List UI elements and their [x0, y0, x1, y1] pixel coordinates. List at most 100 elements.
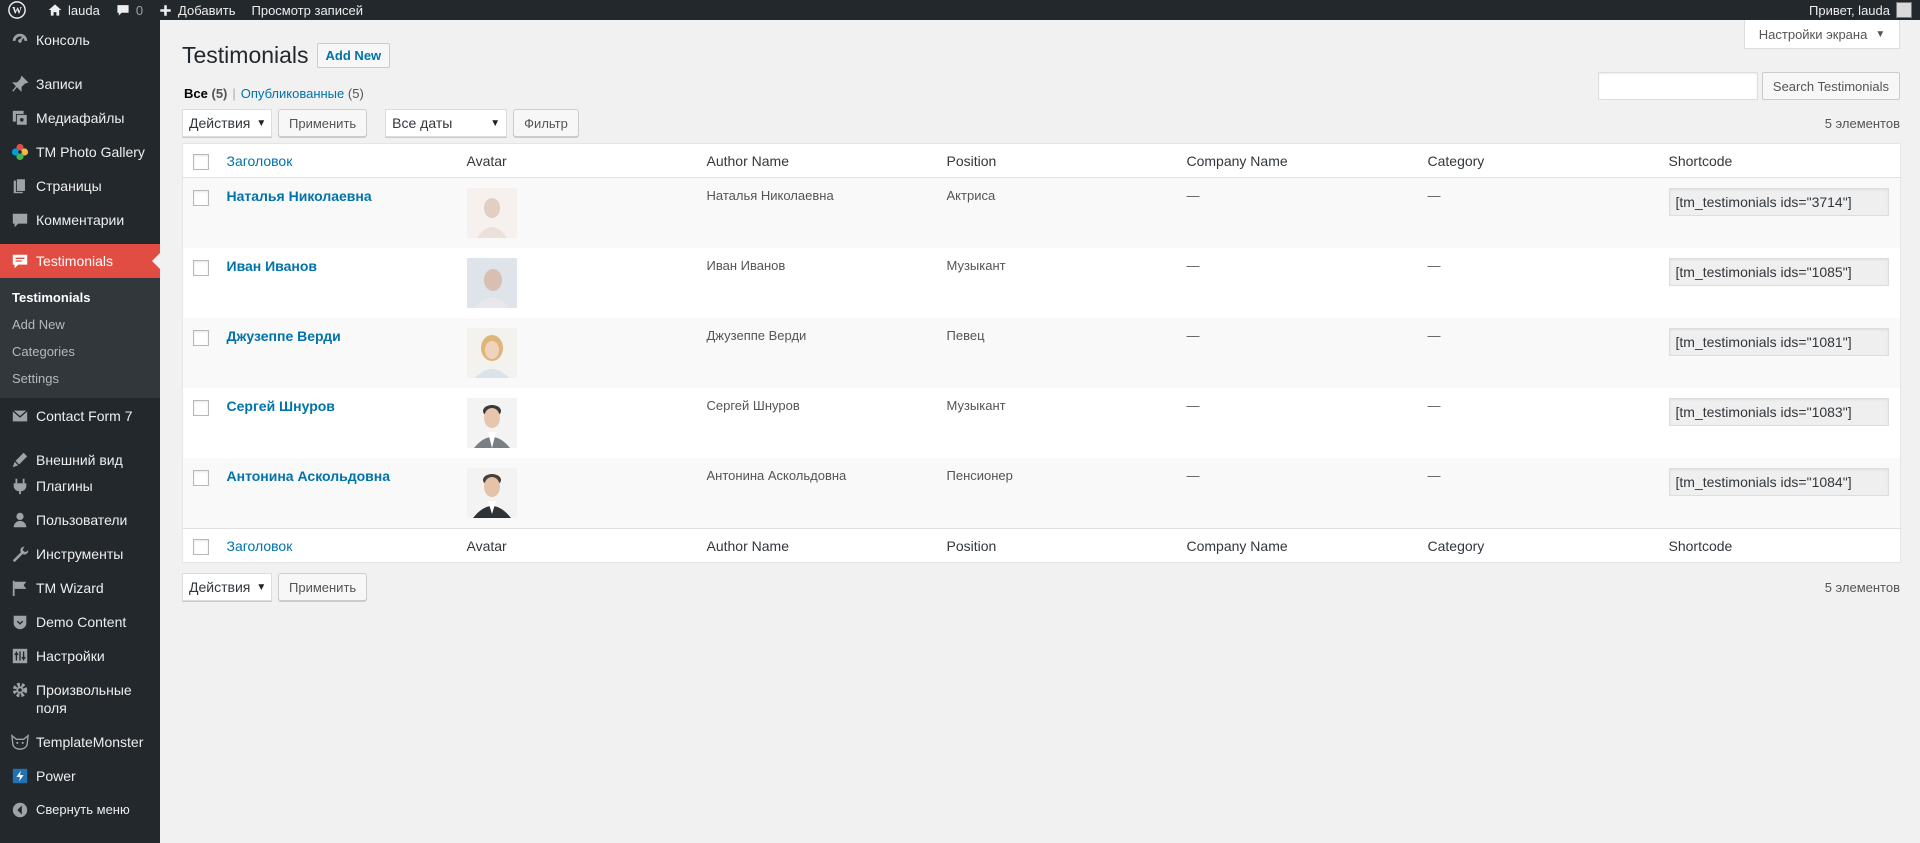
- menu-item-demo-content[interactable]: Demo Content: [0, 612, 160, 646]
- comments-link[interactable]: 0: [108, 0, 151, 20]
- row-checkbox[interactable]: [193, 400, 209, 416]
- row-checkbox[interactable]: [193, 470, 209, 486]
- menu-item-appearance[interactable]: Внешний вид: [0, 442, 160, 476]
- admin-bar: W lauda 0 Добавить Просмотр записей Прив…: [0, 0, 1920, 20]
- shortcode-field[interactable]: [tm_testimonials ids="1085"]: [1668, 258, 1889, 286]
- menu-item-custom-fields[interactable]: Произвольные поля: [0, 680, 160, 732]
- menu-item-contact-form-7[interactable]: Contact Form 7: [0, 398, 160, 432]
- user-avatar: [1896, 2, 1912, 18]
- table-row: Сергей Шнуров Сергей Шнуров Музыкант — —…: [183, 388, 1901, 458]
- view-published-link[interactable]: Опубликованные (5): [241, 86, 364, 101]
- shortcode-field[interactable]: [tm_testimonials ids="3714"]: [1668, 188, 1889, 216]
- photo-gallery-icon: [10, 142, 30, 162]
- menu-item-pages[interactable]: Страницы: [0, 176, 160, 210]
- power-icon: [10, 766, 30, 786]
- menu-item-plugins[interactable]: Плагины: [0, 476, 160, 510]
- admin-sidebar: Консоль Записи Медиафайлы TM Photo Galle…: [0, 20, 160, 843]
- apply-button[interactable]: Применить: [278, 109, 368, 137]
- column-title-footer[interactable]: Заголовок: [216, 528, 457, 563]
- add-new-button[interactable]: Add New: [316, 43, 391, 68]
- submenu-testimonials[interactable]: Testimonials: [0, 284, 160, 311]
- submenu-settings[interactable]: Settings: [0, 365, 160, 392]
- row-author-cell: Сергей Шнуров: [706, 398, 800, 413]
- row-author-cell: Иван Иванов: [706, 258, 786, 273]
- search-input[interactable]: [1597, 72, 1758, 100]
- column-avatar-footer: Avatar: [456, 528, 697, 563]
- view-all-link[interactable]: Все (5): [184, 86, 227, 101]
- avatar: [466, 188, 517, 238]
- row-select-cell: [183, 388, 217, 458]
- add-new-link[interactable]: Добавить: [151, 0, 243, 20]
- tools-icon: [10, 544, 30, 564]
- row-title-link[interactable]: Антонина Аскольдовна: [227, 468, 391, 484]
- date-filter-select[interactable]: Все даты ▼: [385, 109, 508, 137]
- menu-item-tools[interactable]: Инструменты: [0, 544, 160, 578]
- menu-item-media[interactable]: Медиафайлы: [0, 108, 160, 142]
- select-all-cell: [182, 143, 217, 178]
- menu-item-comments[interactable]: Комментарии: [0, 210, 160, 244]
- menu-item-tm-wizard[interactable]: TM Wizard: [0, 578, 160, 612]
- submenu-categories[interactable]: Categories: [0, 338, 160, 365]
- row-company-cell: —: [1186, 398, 1200, 413]
- select-all-checkbox[interactable]: [193, 538, 209, 555]
- column-category-header: Category: [1417, 143, 1659, 178]
- row-title-link[interactable]: Наталья Николаевна: [227, 188, 372, 204]
- column-company-header: Company Name: [1176, 143, 1418, 178]
- comments-icon: [10, 210, 30, 230]
- wordpress-logo-icon[interactable]: W: [0, 0, 40, 20]
- menu-item-users[interactable]: Пользователи: [0, 510, 160, 544]
- menu-item-power[interactable]: Power: [0, 766, 160, 800]
- row-avatar-cell: [457, 318, 697, 388]
- column-shortcode-footer: Shortcode: [1658, 528, 1901, 563]
- row-checkbox[interactable]: [193, 330, 209, 346]
- menu-item-templatemonster[interactable]: TemplateMonster: [0, 732, 160, 766]
- view-posts-link[interactable]: Просмотр записей: [244, 0, 371, 20]
- submenu-add-new[interactable]: Add New: [0, 311, 160, 338]
- row-title-link[interactable]: Иван Иванов: [227, 258, 318, 274]
- column-author-footer: Author Name: [696, 528, 937, 563]
- filter-button[interactable]: Фильтр: [513, 109, 579, 137]
- shield-icon: [10, 612, 30, 632]
- avatar: [466, 258, 517, 308]
- main-content: Настройки экрана ▼ Testimonials Add New …: [160, 20, 1920, 843]
- menu-item-posts[interactable]: Записи: [0, 74, 160, 108]
- testimonials-icon: [10, 251, 30, 271]
- menu-item-settings[interactable]: Настройки: [0, 646, 160, 680]
- row-select-cell: [183, 248, 217, 318]
- menu-item-testimonials[interactable]: Testimonials: [0, 244, 160, 278]
- row-checkbox[interactable]: [193, 190, 209, 206]
- cat-icon: [10, 732, 30, 752]
- row-position-cell: Музыкант: [946, 258, 1006, 273]
- row-title-link[interactable]: Сергей Шнуров: [227, 398, 335, 414]
- shortcode-field[interactable]: [tm_testimonials ids="1084"]: [1668, 468, 1889, 496]
- row-title-link[interactable]: Джузеппе Верди: [227, 328, 341, 344]
- row-shortcode-cell: [tm_testimonials ids="3714"]: [1659, 178, 1901, 249]
- column-position-header: Position: [936, 143, 1177, 178]
- bulk-actions-select[interactable]: Действия ▼: [182, 109, 272, 137]
- menu-item-dashboard[interactable]: Консоль: [0, 30, 160, 64]
- row-category-cell: —: [1427, 328, 1441, 343]
- pin-icon: [10, 74, 30, 94]
- caret-down-icon: ▼: [256, 581, 267, 593]
- shortcode-field[interactable]: [tm_testimonials ids="1081"]: [1668, 328, 1889, 356]
- column-title-header[interactable]: Заголовок: [216, 143, 457, 178]
- search-button[interactable]: Search Testimonials: [1761, 72, 1900, 100]
- apply-button-bottom[interactable]: Применить: [278, 573, 368, 601]
- row-position-cell: Пенсионер: [946, 468, 1013, 483]
- select-all-checkbox[interactable]: [193, 153, 209, 170]
- row-company-cell: —: [1186, 468, 1200, 483]
- row-shortcode-cell: [tm_testimonials ids="1085"]: [1659, 248, 1901, 318]
- column-position-footer: Position: [936, 528, 1177, 563]
- row-checkbox[interactable]: [193, 260, 209, 276]
- appearance-icon: [10, 450, 30, 470]
- user-greeting[interactable]: Привет, lauda: [1801, 0, 1920, 20]
- avatar: [466, 398, 517, 448]
- collapse-menu-button[interactable]: Свернуть меню: [0, 800, 160, 834]
- shortcode-field[interactable]: [tm_testimonials ids="1083"]: [1668, 398, 1889, 426]
- bulk-actions-select-bottom[interactable]: Действия ▼: [182, 573, 272, 601]
- menu-item-tm-photo-gallery[interactable]: TM Photo Gallery: [0, 142, 160, 176]
- column-avatar-header: Avatar: [456, 143, 697, 178]
- site-name-link[interactable]: lauda: [40, 0, 108, 20]
- row-title-cell: Иван Иванов: [217, 248, 457, 318]
- screen-options-button[interactable]: Настройки экрана ▼: [1744, 20, 1900, 49]
